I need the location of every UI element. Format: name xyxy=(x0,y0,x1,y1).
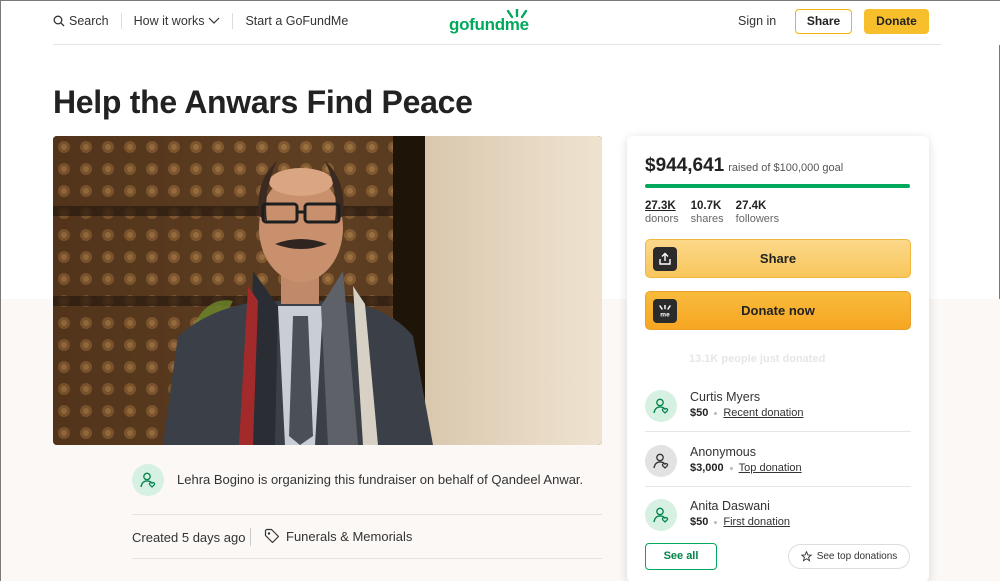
donation-amount: $3,000 xyxy=(690,462,724,474)
start-label: Start a GoFundMe xyxy=(245,14,349,28)
see-top-donations-button[interactable]: See top donations xyxy=(788,544,910,569)
gofundme-me-icon: me xyxy=(653,299,677,323)
user-heart-icon xyxy=(653,507,669,523)
top-nav: Search How it works Start a GoFundMe gof… xyxy=(1,1,1000,45)
logo-text: gofundme xyxy=(449,15,529,34)
donate-now-button[interactable]: me Donate now xyxy=(645,291,911,330)
chevron-down-icon xyxy=(209,17,220,24)
followers-count: 27.4K xyxy=(735,200,767,212)
category-label: Funerals & Memorials xyxy=(286,528,413,544)
goal-text: raised of $100,000 goal xyxy=(728,162,844,174)
search-label: Search xyxy=(69,14,109,28)
donors-stat[interactable]: 27.3K donors xyxy=(645,200,679,225)
shares-label: shares xyxy=(690,213,724,225)
recent-donations-notice: 13.1K people just donated xyxy=(689,353,826,365)
donors-label: donors xyxy=(645,213,679,225)
donation-item: Curtis Myers $50 Recent donation xyxy=(645,386,911,436)
donation-tag[interactable]: Top donation xyxy=(739,462,802,474)
donor-detail: $50 Recent donation xyxy=(690,407,803,419)
header-divider xyxy=(53,44,941,45)
donate-button-top[interactable]: Donate xyxy=(864,9,929,34)
donation-tag[interactable]: Recent donation xyxy=(723,407,803,419)
nav-divider xyxy=(120,13,122,29)
user-heart-icon xyxy=(653,398,669,414)
star-icon xyxy=(800,551,812,562)
gofundme-logo[interactable]: gofundme xyxy=(449,9,539,35)
separator-dot xyxy=(714,520,718,524)
donation-amount: $50 xyxy=(690,516,709,528)
user-heart-icon xyxy=(653,453,669,469)
start-gofundme-link[interactable]: Start a GoFundMe xyxy=(245,14,348,28)
donation-item: Anita Daswani $50 First donation xyxy=(645,495,911,545)
share-button-label: Share xyxy=(759,251,797,266)
separator-dot xyxy=(714,411,718,415)
raised-summary: $944,641 raised of $100,000 goal xyxy=(645,155,843,177)
progress-fill xyxy=(645,184,910,188)
search-link[interactable]: Search xyxy=(53,14,109,28)
organizer-text: Lehra Bogino is organizing this fundrais… xyxy=(177,472,584,487)
followers-label: followers xyxy=(735,213,780,225)
divider xyxy=(645,431,911,432)
see-all-button[interactable]: See all xyxy=(645,543,717,570)
signin-link[interactable]: Sign in xyxy=(738,14,776,28)
tag-icon xyxy=(264,528,280,544)
donor-name: Anonymous xyxy=(690,445,757,459)
shares-stat: 10.7K shares xyxy=(691,200,724,225)
category-link[interactable]: Funerals & Memorials xyxy=(264,528,412,544)
donate-now-label: Donate now xyxy=(741,303,815,318)
separator-dot xyxy=(729,466,733,470)
divider xyxy=(132,514,602,515)
progress-bar xyxy=(645,184,910,188)
search-icon xyxy=(53,15,65,27)
share-button[interactable]: Share xyxy=(645,239,911,278)
campaign-photo[interactable] xyxy=(53,136,602,445)
donors-count: 27.3K xyxy=(645,200,676,212)
donor-detail: $50 First donation xyxy=(690,516,790,528)
donation-amount: $50 xyxy=(690,407,709,419)
organizer-avatar xyxy=(132,464,164,496)
donor-avatar xyxy=(645,390,677,422)
donation-item: Anonymous $3,000 Top donation xyxy=(645,441,911,491)
user-heart-icon xyxy=(140,472,156,488)
followers-stat: 27.4K followers xyxy=(736,200,779,225)
donation-tag[interactable]: First donation xyxy=(723,516,790,528)
raised-amount: $944,641 xyxy=(645,155,725,176)
donor-avatar xyxy=(645,445,677,477)
see-top-label: See top donations xyxy=(816,551,898,562)
divider xyxy=(645,486,911,487)
donor-detail: $3,000 Top donation xyxy=(690,462,802,474)
donor-avatar xyxy=(645,499,677,531)
meta-divider xyxy=(250,528,251,546)
nav-divider xyxy=(232,13,234,29)
how-it-works-menu[interactable]: How it works xyxy=(134,14,221,28)
svg-text:me: me xyxy=(660,312,670,318)
share-button-top[interactable]: Share xyxy=(795,9,852,34)
shares-count: 10.7K xyxy=(690,200,722,212)
donor-name: Anita Daswani xyxy=(690,499,770,513)
created-date: Created 5 days ago xyxy=(132,530,246,545)
donor-name: Curtis Myers xyxy=(690,390,761,404)
how-it-works-label: How it works xyxy=(133,14,205,28)
donation-card: $944,641 raised of $100,000 goal 27.3K d… xyxy=(627,136,929,581)
stats-row: 27.3K donors 10.7K shares 27.4K follower… xyxy=(645,200,779,225)
page-title: Help the Anwars Find Peace xyxy=(53,84,473,120)
share-icon xyxy=(653,247,677,271)
campaign-photo-illustration xyxy=(53,136,602,445)
divider xyxy=(132,558,602,559)
nav-left: Search How it works Start a GoFundMe xyxy=(53,13,348,29)
